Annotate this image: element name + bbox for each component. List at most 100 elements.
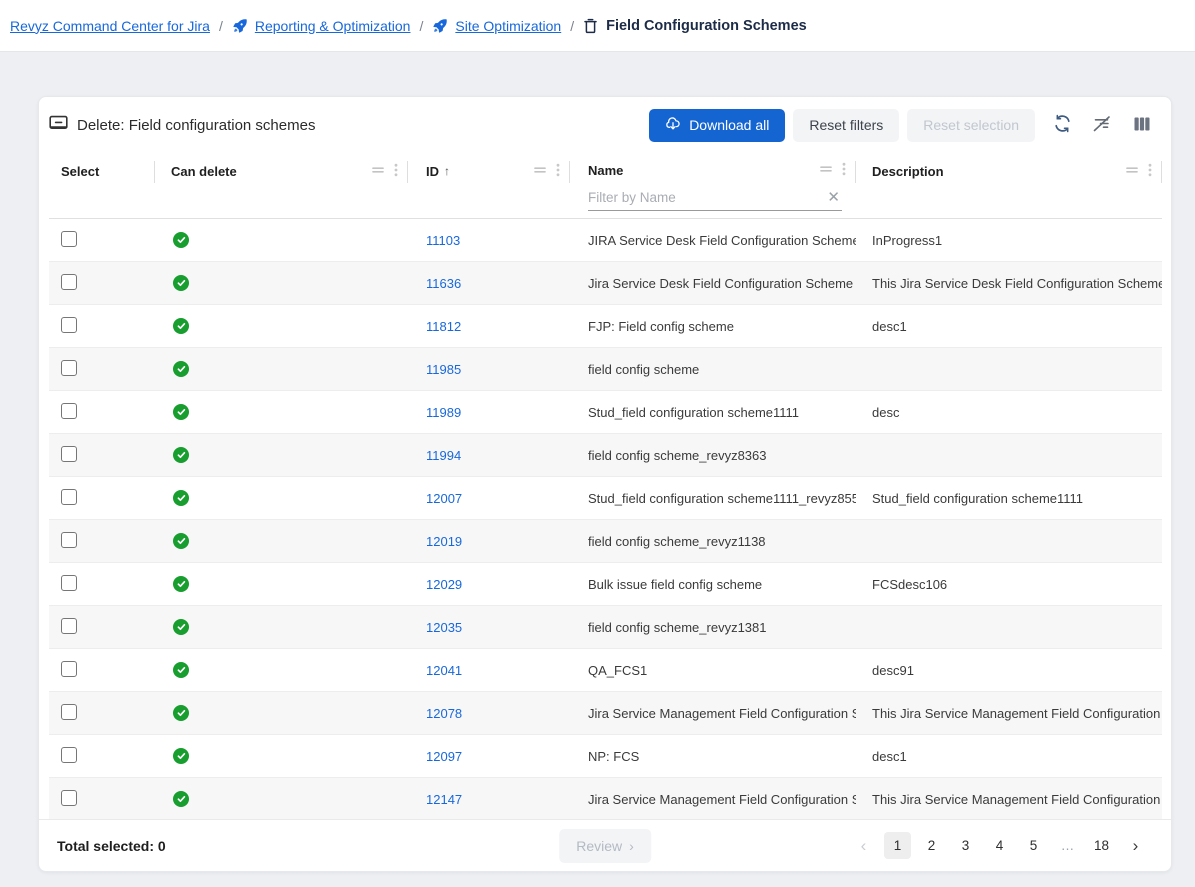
pagination-next-icon[interactable]: › (1122, 832, 1149, 859)
row-name: QA_FCS1 (570, 663, 856, 678)
row-description: desc1 (856, 749, 1162, 764)
top-bar: Revyz Command Center for Jira / Reportin… (0, 0, 1195, 52)
manage-columns-button[interactable] (1129, 112, 1155, 138)
row-checkbox[interactable] (61, 618, 77, 634)
row-checkbox[interactable] (61, 489, 77, 505)
row-id-link[interactable]: 12078 (426, 706, 462, 721)
reset-selection-button[interactable]: Reset selection (907, 109, 1035, 142)
row-id-cell: 11989 (408, 405, 570, 420)
panel-footer: Total selected: 0 Review › ‹ 12345…18 › (39, 819, 1171, 871)
pagination-page-3[interactable]: 3 (952, 832, 979, 859)
check-circle-icon (173, 490, 189, 506)
breadcrumb-link-reporting-optimization[interactable]: Reporting & Optimization (232, 18, 411, 34)
column-menu-icon[interactable] (394, 163, 398, 180)
pagination-page-18[interactable]: 18 (1088, 832, 1115, 859)
row-select-cell (49, 532, 155, 551)
filter-bars-icon[interactable] (533, 164, 547, 179)
pagination-prev-icon[interactable]: ‹ (850, 832, 877, 859)
row-name: FJP: Field config scheme (570, 319, 856, 334)
filter-bars-icon[interactable] (371, 164, 385, 179)
row-id-link[interactable]: 12007 (426, 491, 462, 506)
row-checkbox[interactable] (61, 446, 77, 462)
table-header: Select Can delete ID (49, 153, 1162, 219)
row-id-link[interactable]: 11994 (426, 448, 461, 463)
sort-ascending-icon[interactable]: ↑ (444, 164, 450, 178)
check-circle-icon (173, 275, 189, 291)
row-name: Stud_field configuration scheme1111 (570, 405, 856, 420)
row-checkbox[interactable] (61, 532, 77, 548)
pagination-page-4[interactable]: 4 (986, 832, 1013, 859)
pagination-page-5[interactable]: 5 (1020, 832, 1047, 859)
refresh-button[interactable] (1049, 112, 1075, 138)
row-name: field config scheme_revyz1381 (570, 620, 856, 635)
row-checkbox[interactable] (61, 790, 77, 806)
column-label-description: Description (872, 164, 944, 179)
reset-filters-button[interactable]: Reset filters (793, 109, 899, 142)
row-name: Jira Service Management Field Configurat… (570, 792, 856, 807)
row-id-link[interactable]: 12019 (426, 534, 462, 549)
row-checkbox[interactable] (61, 231, 77, 247)
row-can-delete-cell (155, 662, 408, 678)
check-circle-icon (173, 404, 189, 420)
page-body: Delete: Field configuration schemes Down… (0, 52, 1195, 872)
row-id-link[interactable]: 12097 (426, 749, 462, 764)
row-checkbox[interactable] (61, 274, 77, 290)
clear-filters-button[interactable] (1089, 112, 1115, 138)
row-name: field config scheme_revyz1138 (570, 534, 856, 549)
column-menu-icon[interactable] (842, 162, 846, 179)
table-row: 12097 NP: FCS desc1 (49, 735, 1162, 778)
row-checkbox[interactable] (61, 661, 77, 677)
column-menu-icon[interactable] (1148, 163, 1152, 180)
row-id-link[interactable]: 11989 (426, 405, 461, 420)
row-id-cell: 12029 (408, 577, 570, 592)
row-id-cell: 12019 (408, 534, 570, 549)
column-header-select: Select (49, 153, 155, 218)
pagination-page-1[interactable]: 1 (884, 832, 911, 859)
row-name: NP: FCS (570, 749, 856, 764)
row-can-delete-cell (155, 533, 408, 549)
review-button[interactable]: Review › (559, 829, 651, 863)
column-header-id[interactable]: ID ↑ (408, 153, 570, 218)
pagination-page-2[interactable]: 2 (918, 832, 945, 859)
column-header-description[interactable]: Description (856, 153, 1162, 218)
row-id-link[interactable]: 12029 (426, 577, 462, 592)
column-header-can-delete[interactable]: Can delete (155, 153, 408, 218)
row-id-link[interactable]: 11812 (426, 319, 461, 334)
check-circle-icon (173, 232, 189, 248)
row-checkbox[interactable] (61, 575, 77, 591)
row-checkbox[interactable] (61, 317, 77, 333)
table-row: 12035 field config scheme_revyz1381 (49, 606, 1162, 649)
download-all-button[interactable]: Download all (649, 109, 785, 142)
row-select-cell (49, 618, 155, 637)
row-checkbox[interactable] (61, 403, 77, 419)
row-id-link[interactable]: 11985 (426, 362, 461, 377)
breadcrumb-link-site-optimization[interactable]: Site Optimization (432, 18, 561, 34)
name-filter-input[interactable] (588, 190, 825, 205)
column-menu-icon[interactable] (556, 163, 560, 180)
download-all-label: Download all (689, 117, 769, 133)
row-description: This Jira Service Desk Field Configurati… (856, 276, 1162, 291)
row-id-link[interactable]: 12041 (426, 663, 462, 678)
row-checkbox[interactable] (61, 360, 77, 376)
filter-bars-icon[interactable] (1125, 164, 1139, 179)
filter-bars-icon[interactable] (819, 163, 833, 178)
clear-filter-icon[interactable]: ✕ (825, 190, 842, 205)
breadcrumb-separator: / (570, 18, 574, 34)
column-label-name: Name (588, 163, 623, 178)
schemes-table: Select Can delete ID (49, 153, 1162, 819)
row-select-cell (49, 489, 155, 508)
row-checkbox[interactable] (61, 704, 77, 720)
row-select-cell (49, 446, 155, 465)
filter-off-icon (1092, 114, 1112, 136)
row-id-cell: 11103 (408, 233, 570, 248)
table-row: 11989 Stud_field configuration scheme111… (49, 391, 1162, 434)
row-checkbox[interactable] (61, 747, 77, 763)
row-id-link[interactable]: 11636 (426, 276, 461, 291)
row-id-link[interactable]: 12147 (426, 792, 462, 807)
table-row: 12147 Jira Service Management Field Conf… (49, 778, 1162, 819)
row-id-link[interactable]: 11103 (426, 233, 460, 248)
row-id-link[interactable]: 12035 (426, 620, 462, 635)
row-select-cell (49, 704, 155, 723)
breadcrumb-link-command-center[interactable]: Revyz Command Center for Jira (10, 18, 210, 34)
column-header-name[interactable]: Name ✕ (570, 153, 856, 218)
